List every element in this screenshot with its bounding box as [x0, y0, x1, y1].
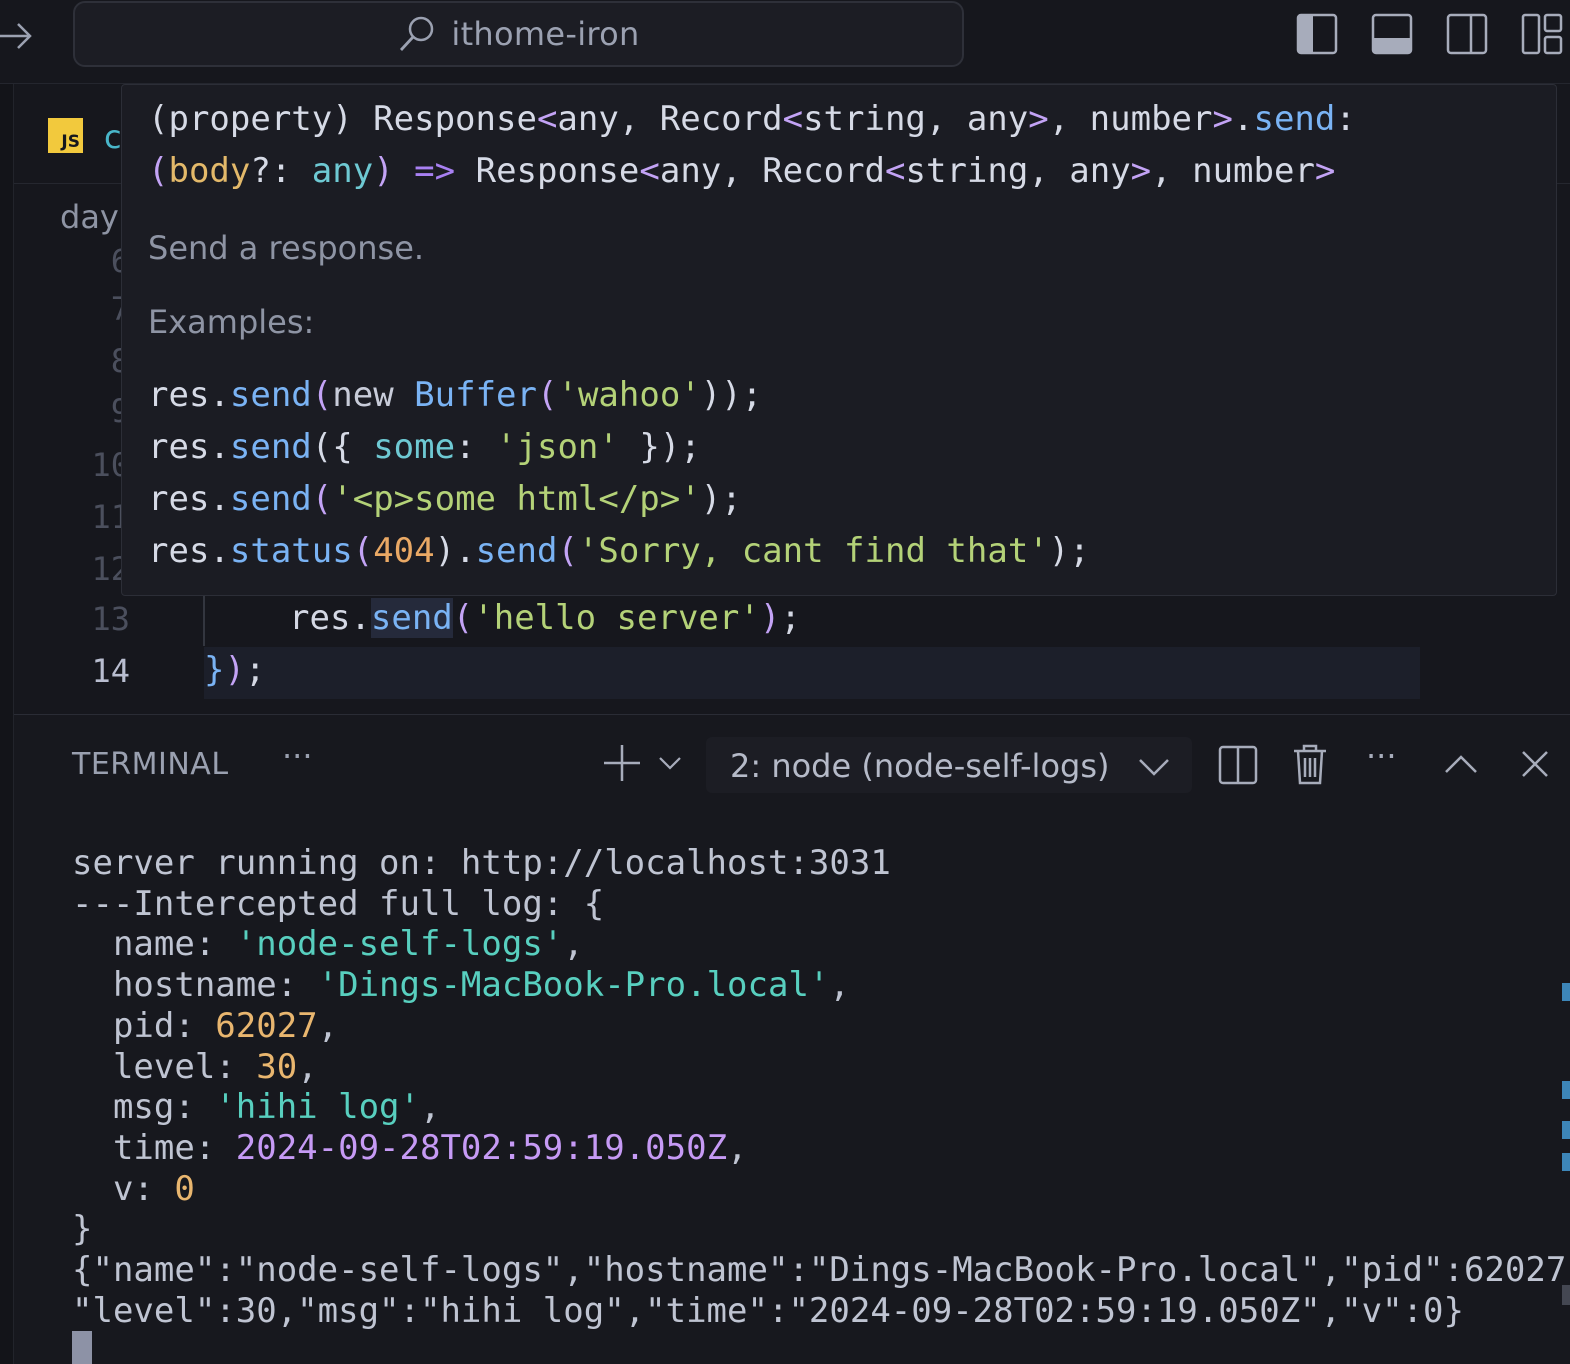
scrollbar-marker [1562, 1121, 1570, 1139]
scrollbar-marker [1562, 1285, 1570, 1305]
terminal-line: pid: 62027, [72, 1005, 339, 1046]
terminal-line: time: 2024-09-28T02:59:19.050Z, [72, 1127, 748, 1168]
chevron-up-icon[interactable] [1444, 753, 1478, 775]
line-number-13: 13 [91, 600, 130, 638]
search-icon [400, 16, 434, 51]
chevron-down-icon [1139, 759, 1169, 776]
arrow-right-icon[interactable] [0, 18, 36, 54]
terminal-line: name: 'node-self-logs', [72, 924, 584, 965]
code-line-13[interactable]: res.send('hello server'); [289, 598, 801, 638]
current-line-highlight [204, 647, 1420, 699]
code-line-14[interactable]: }); [204, 650, 265, 690]
terminal-line: hostname: 'Dings-MacBook-Pro.local', [72, 965, 850, 1006]
trash-icon[interactable] [1292, 743, 1328, 785]
hover-example-2: res.send({ some: 'json' }); [148, 427, 701, 467]
terminal-panel: TERMINAL ··· 2: node (node-self-logs) ··… [14, 714, 1570, 1364]
hover-example-1: res.send(new Buffer('wahoo')); [148, 375, 763, 415]
terminal-line: msg: 'hihi log', [72, 1087, 441, 1128]
hover-description: Send a response. [148, 229, 425, 267]
title-bar: ithome-iron [0, 0, 1570, 84]
hover-signature-line-2: (body?: any) => Response<any, Record<str… [148, 151, 1336, 191]
terminal-select[interactable]: 2: node (node-self-logs) [706, 737, 1192, 793]
scrollbar-marker [1562, 1153, 1570, 1171]
terminal-line: level: 30, [72, 1046, 318, 1087]
terminal-line: v: 0 [72, 1168, 195, 1209]
toggle-primary-sidebar-icon[interactable] [1295, 12, 1339, 56]
hover-example-3: res.send('<p>some html</p>'); [148, 479, 742, 519]
hover-signature-line-1: (property) Response<any, Record<string, … [148, 99, 1356, 139]
scrollbar-marker [1562, 983, 1570, 1001]
hover-tooltip: (property) Response<any, Record<string, … [121, 84, 1557, 596]
hover-examples-label: Examples: [148, 303, 315, 341]
panel-tab-terminal[interactable]: TERMINAL [72, 747, 229, 782]
terminal-line: ---Intercepted full log: { [72, 883, 605, 924]
chevron-down-icon[interactable] [658, 755, 682, 771]
terminal-line: {"name":"node-self-logs","hostname":"Din… [72, 1250, 1570, 1291]
terminal-more-icon[interactable]: ··· [1366, 737, 1397, 775]
command-center-label: ithome-iron [451, 15, 640, 53]
toggle-secondary-sidebar-icon[interactable] [1445, 12, 1489, 56]
terminal-line: } [72, 1209, 93, 1250]
toggle-panel-icon[interactable] [1370, 12, 1414, 56]
javascript-file-icon: JS [48, 118, 83, 153]
panel-more-icon[interactable]: ··· [282, 737, 313, 775]
terminal-select-label: 2: node (node-self-logs) [730, 747, 1110, 785]
terminal-line: server running on: http://localhost:3031 [72, 843, 891, 883]
editor-tab-label[interactable]: c [104, 118, 122, 156]
terminal-output[interactable]: server running on: http://localhost:3031… [72, 843, 1570, 1331]
close-icon[interactable] [1520, 749, 1550, 779]
customize-layout-icon[interactable] [1520, 12, 1564, 56]
command-center-search[interactable]: ithome-iron [73, 1, 964, 67]
split-terminal-icon[interactable] [1218, 745, 1258, 785]
breadcrumb[interactable]: day [60, 198, 119, 236]
activity-bar-edge [0, 84, 14, 1364]
terminal-line: "level":30,"msg":"hihi log","time":"2024… [72, 1290, 1464, 1331]
new-terminal-icon[interactable] [602, 743, 642, 783]
line-number-14: 14 [91, 652, 130, 690]
hover-example-4: res.status(404).send('Sorry, cant find t… [148, 531, 1090, 571]
scrollbar-marker [1562, 1081, 1570, 1099]
terminal-cursor [72, 1331, 92, 1364]
indent-guide [203, 594, 205, 646]
